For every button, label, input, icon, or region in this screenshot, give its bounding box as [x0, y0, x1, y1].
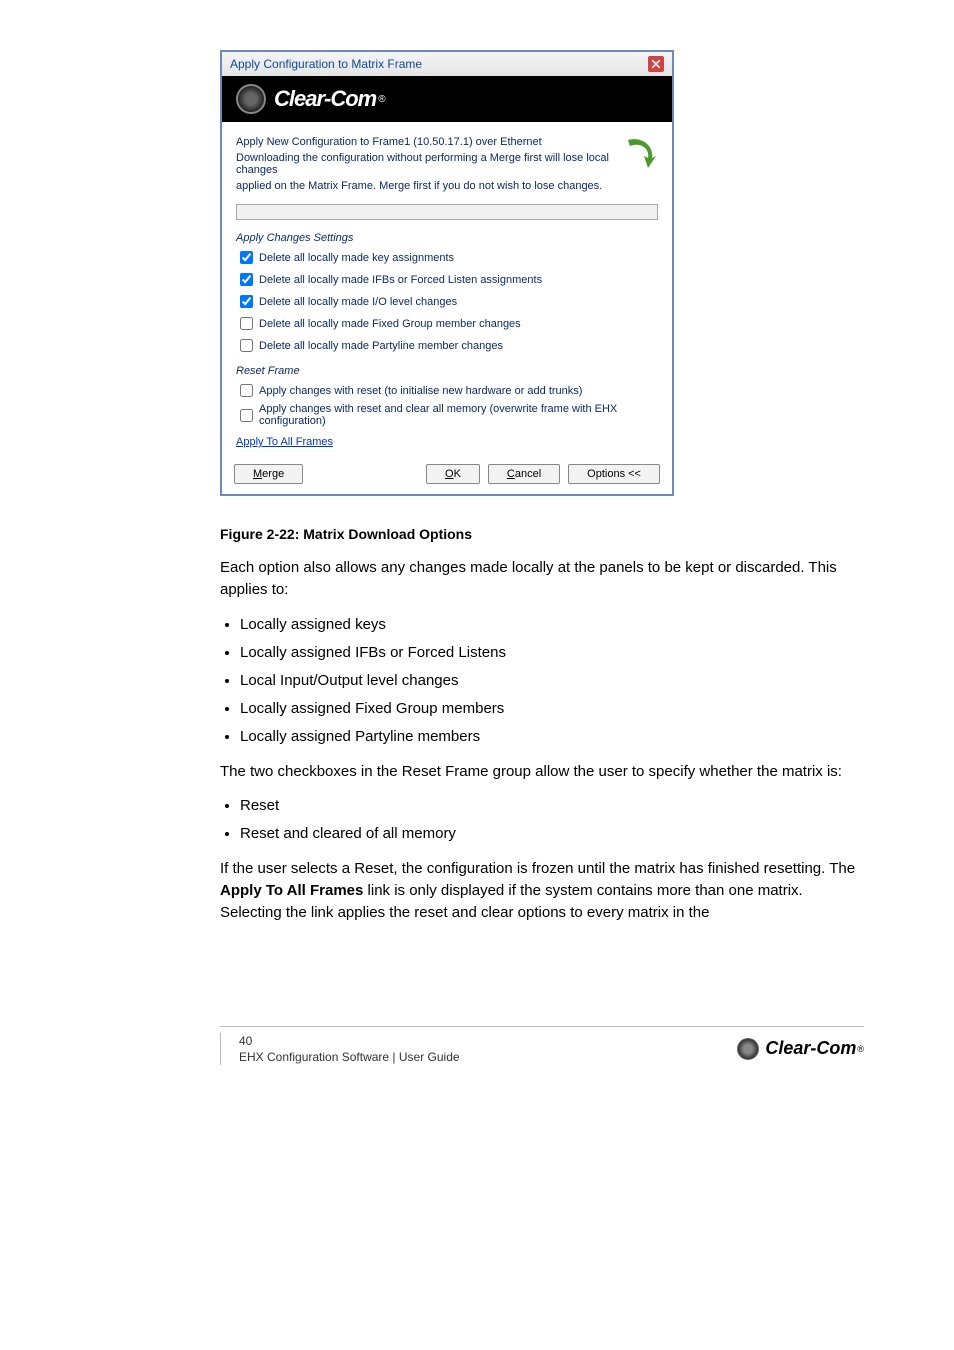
download-arrow-icon	[622, 136, 658, 172]
footer-logo: Clear-Com ®	[737, 1038, 864, 1060]
logo-icon	[737, 1038, 759, 1060]
checkbox-input[interactable]	[240, 251, 253, 264]
footer-left: 40 EHX Configuration Software | User Gui…	[220, 1033, 460, 1065]
option-list-1: Locally assigned keys Locally assigned I…	[226, 613, 864, 749]
body-paragraph-1: Each option also allows any changes made…	[220, 557, 864, 601]
checkbox-input[interactable]	[240, 384, 253, 397]
dialog-headline: Apply New Configuration to Frame1 (10.50…	[236, 136, 658, 148]
checkbox-delete-partyline[interactable]: Delete all locally made Partyline member…	[236, 336, 658, 355]
cancel-button[interactable]: Cancel	[488, 464, 560, 484]
list-item: Locally assigned Partyline members	[240, 725, 864, 749]
doc-title: EHX Configuration Software | User Guide	[239, 1049, 460, 1065]
list-item: Reset and cleared of all memory	[240, 822, 864, 846]
checkbox-input[interactable]	[240, 339, 253, 352]
body-paragraph-3: If the user selects a Reset, the configu…	[220, 858, 864, 923]
checkbox-delete-io[interactable]: Delete all locally made I/O level change…	[236, 292, 658, 311]
dialog-warn-1: Downloading the configuration without pe…	[236, 152, 658, 176]
dialog-warn-2: applied on the Matrix Frame. Merge first…	[236, 180, 658, 192]
registered-icon: ®	[857, 1044, 864, 1054]
link-apply-all-frames[interactable]: Apply To All Frames	[236, 436, 333, 448]
footer-rule	[220, 1026, 864, 1027]
list-item: Locally assigned Fixed Group members	[240, 697, 864, 721]
checkbox-delete-fixedgroup[interactable]: Delete all locally made Fixed Group memb…	[236, 314, 658, 333]
inline-bold: Apply To All Frames	[220, 882, 363, 899]
list-item: Locally assigned keys	[240, 613, 864, 637]
page-number: 40	[239, 1033, 460, 1049]
page-footer: 40 EHX Configuration Software | User Gui…	[0, 1033, 954, 1085]
checkbox-input[interactable]	[240, 409, 253, 422]
brand-name: Clear-Com	[274, 86, 376, 112]
checkbox-input[interactable]	[240, 273, 253, 286]
progress-bar	[236, 204, 658, 220]
option-list-2: Reset Reset and cleared of all memory	[226, 794, 864, 846]
dialog-screenshot: Apply Configuration to Matrix Frame Clea…	[220, 50, 674, 496]
checkbox-input[interactable]	[240, 317, 253, 330]
checkbox-reset-clear[interactable]: Apply changes with reset and clear all m…	[236, 403, 658, 427]
list-item: Reset	[240, 794, 864, 818]
registered-icon: ®	[378, 94, 385, 105]
dialog-body: Apply New Configuration to Frame1 (10.50…	[222, 122, 672, 458]
checkbox-reset-init[interactable]: Apply changes with reset (to initialise …	[236, 381, 658, 400]
checkbox-input[interactable]	[240, 295, 253, 308]
brand-name: Clear-Com	[765, 1038, 856, 1059]
body-paragraph-2: The two checkboxes in the Reset Frame gr…	[220, 761, 864, 783]
section-reset-frame: Reset Frame	[236, 365, 658, 377]
figure-caption: Figure 2-22: Matrix Download Options	[220, 526, 864, 542]
ok-button[interactable]: OK	[426, 464, 480, 484]
merge-button[interactable]: Merge	[234, 464, 303, 484]
list-item: Locally assigned IFBs or Forced Listens	[240, 641, 864, 665]
logo-icon	[236, 84, 266, 114]
checkbox-delete-keys[interactable]: Delete all locally made key assignments	[236, 248, 658, 267]
checkbox-delete-ifb[interactable]: Delete all locally made IFBs or Forced L…	[236, 270, 658, 289]
dialog-titlebar: Apply Configuration to Matrix Frame	[222, 52, 672, 76]
list-item: Local Input/Output level changes	[240, 669, 864, 693]
options-button[interactable]: Options <<	[568, 464, 660, 484]
section-apply-changes: Apply Changes Settings	[236, 232, 658, 244]
close-icon[interactable]	[648, 56, 664, 72]
dialog-title: Apply Configuration to Matrix Frame	[230, 57, 422, 71]
dialog-brand-header: Clear-Com ®	[222, 76, 672, 122]
dialog-button-row: Merge OK Cancel Options <<	[222, 458, 672, 494]
